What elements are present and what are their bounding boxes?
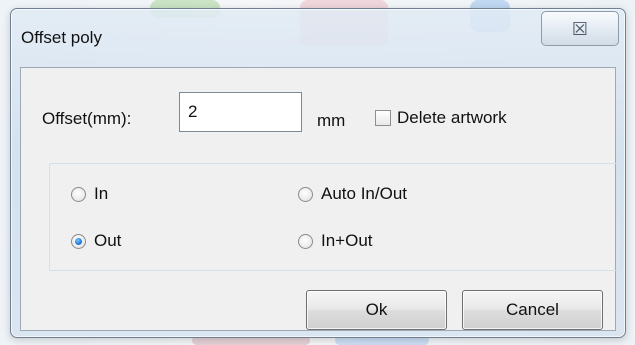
radio-in[interactable]: In [71, 184, 108, 204]
radio-out-label: Out [94, 231, 122, 250]
radio-out[interactable]: Out [71, 231, 121, 251]
radio-icon[interactable] [71, 186, 86, 202]
close-icon: ☒ [571, 18, 589, 39]
radio-icon[interactable] [298, 186, 313, 202]
radio-auto-in-out[interactable]: Auto In/Out [298, 184, 407, 204]
ok-button[interactable]: Ok [306, 290, 447, 330]
dialog-titlebar: Offset poly ☒ [11, 9, 625, 67]
offset-input[interactable] [179, 92, 302, 132]
radio-auto-in-out-label: Auto In/Out [321, 184, 407, 203]
offset-label: Offset(mm): [42, 109, 132, 128]
offset-direction-group [49, 163, 622, 271]
delete-artwork-label: Delete artwork [397, 108, 507, 127]
cancel-button[interactable]: Cancel [462, 290, 603, 330]
radio-in-plus-out[interactable]: In+Out [298, 231, 373, 251]
unit-label: mm [317, 111, 346, 130]
checkbox-icon[interactable] [375, 110, 391, 126]
dialog-content: Offset(mm): mm Delete artwork In Auto In… [20, 67, 622, 331]
radio-icon[interactable] [298, 233, 313, 249]
close-button[interactable]: ☒ [541, 11, 619, 46]
dialog-title: Offset poly [21, 28, 102, 47]
offset-poly-dialog: Offset poly ☒ Offset(mm): mm Delete artw… [10, 8, 626, 338]
delete-artwork-checkbox[interactable]: Delete artwork [375, 108, 507, 128]
radio-in-plus-out-label: In+Out [321, 231, 373, 250]
radio-in-label: In [94, 184, 109, 203]
radio-icon[interactable] [71, 233, 86, 249]
